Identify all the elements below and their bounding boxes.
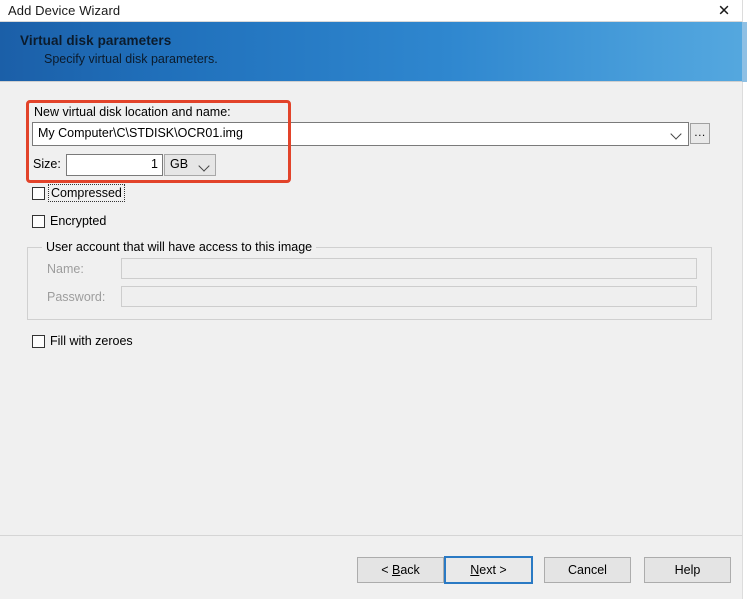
next-button[interactable]: Next > [444, 556, 533, 584]
wizard-footer: < Back Next > Cancel Help [0, 535, 747, 599]
checkbox-box[interactable] [32, 214, 45, 228]
next-button-label: Next > [470, 563, 507, 577]
size-unit-combobox[interactable]: GB [164, 154, 216, 176]
size-unit-value: GB [170, 157, 189, 171]
close-button[interactable]: ✕ [701, 0, 747, 21]
password-field[interactable] [121, 286, 697, 307]
compressed-checkbox[interactable]: Compressed [32, 184, 125, 202]
back-button[interactable]: < Back [357, 557, 444, 583]
banner-subtitle: Specify virtual disk parameters. [44, 52, 218, 66]
location-input-value: My Computer\C\STDISK\OCR01.img [38, 126, 243, 140]
password-label: Password: [47, 290, 106, 304]
location-label: New virtual disk location and name: [34, 105, 231, 119]
user-account-legend: User account that will have access to th… [42, 240, 317, 254]
location-combobox[interactable]: My Computer\C\STDISK\OCR01.img [32, 122, 689, 146]
size-input[interactable]: 1 [66, 154, 163, 176]
name-field[interactable] [121, 258, 697, 279]
size-input-value: 1 [151, 157, 158, 171]
wizard-banner: Virtual disk parameters Specify virtual … [0, 22, 747, 82]
back-button-label: < Back [381, 563, 420, 577]
checkbox-box[interactable] [32, 186, 45, 200]
encrypted-label: Encrypted [50, 214, 107, 228]
help-button[interactable]: Help [644, 557, 731, 583]
banner-title: Virtual disk parameters [20, 33, 172, 48]
back-mnemonic: B [391, 563, 401, 577]
browse-button-label: ... [694, 125, 706, 139]
compressed-label: Compressed [48, 184, 125, 202]
name-label: Name: [47, 262, 84, 276]
window-right-edge [742, 0, 747, 599]
fill-with-zeroes-checkbox[interactable]: Fill with zeroes [32, 334, 133, 348]
checkbox-box[interactable] [32, 334, 45, 348]
chevron-down-icon[interactable] [670, 128, 682, 140]
encrypted-checkbox[interactable]: Encrypted [32, 214, 106, 228]
window-title: Add Device Wizard [8, 3, 121, 18]
fill-with-zeroes-label: Fill with zeroes [50, 334, 133, 348]
cancel-button[interactable]: Cancel [544, 557, 631, 583]
close-icon: ✕ [717, 1, 731, 19]
window-right-edge-banner [742, 22, 747, 82]
next-mnemonic: N [470, 563, 480, 577]
chevron-down-icon[interactable] [198, 160, 210, 172]
window-title-bar: Add Device Wizard ✕ [0, 0, 747, 22]
size-label: Size: [33, 157, 61, 171]
browse-button[interactable]: ... [690, 123, 710, 144]
